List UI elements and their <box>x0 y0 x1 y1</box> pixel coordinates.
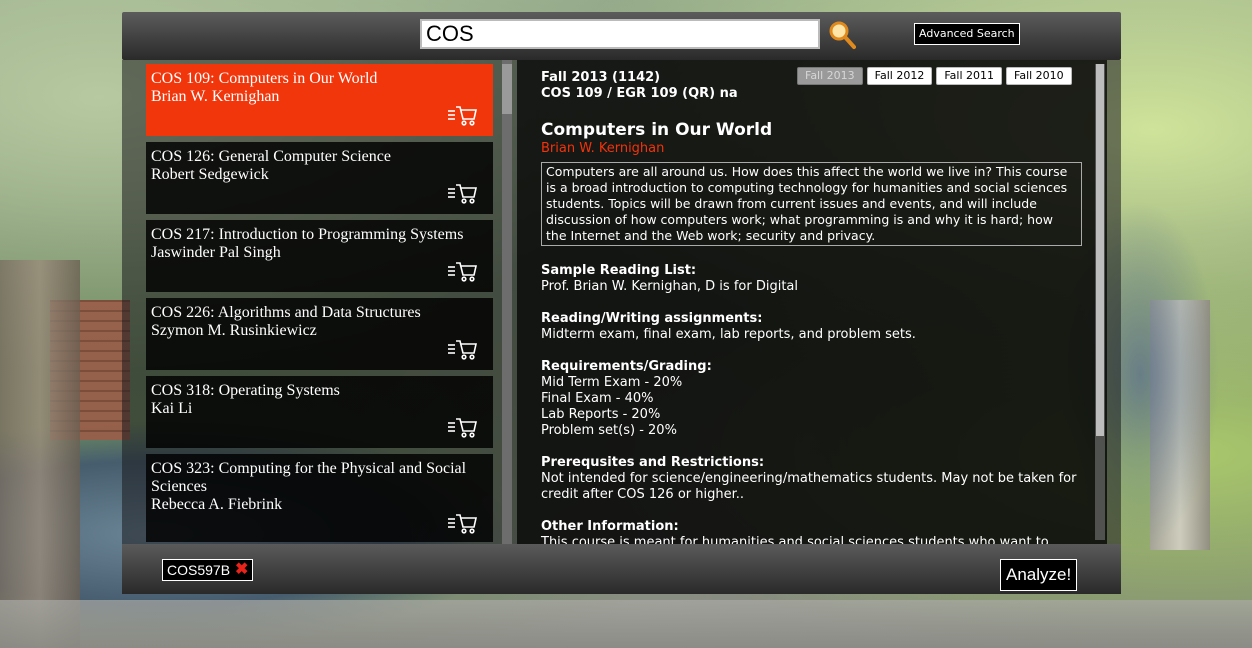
course-list[interactable]: COS 109: Computers in Our World Brian W.… <box>146 64 494 542</box>
course-instructor: Brian W. Kernighan <box>151 88 280 105</box>
course-detail-instructor: Brian W. Kernighan <box>541 141 665 156</box>
section-heading: Sample Reading List: <box>541 263 697 278</box>
course-item-cos318[interactable]: COS 318: Operating Systems Kai Li <box>146 376 493 448</box>
add-to-cart-icon[interactable] <box>447 260 477 282</box>
course-listing: COS 109 / EGR 109 (QR) na <box>541 86 738 101</box>
semester-tabs: Fall 2013 Fall 2012 Fall 2011 Fall 2010 <box>797 67 1072 85</box>
grading-item: Mid Term Exam - 20% <box>541 375 683 390</box>
term-header: Fall 2013 (1142) COS 109 / EGR 109 (QR) … <box>541 70 738 102</box>
assignments-section: Reading/Writing assignments: Midterm exa… <box>541 311 1096 343</box>
course-detail-panel: Fall 2013 (1142) COS 109 / EGR 109 (QR) … <box>517 60 1107 544</box>
advanced-search-button[interactable]: Advanced Search <box>914 23 1020 45</box>
course-item-cos323[interactable]: COS 323: Computing for the Physical and … <box>146 454 493 542</box>
detail-scrollbar-thumb[interactable] <box>1096 64 1104 436</box>
reading-list-section: Sample Reading List: Prof. Brian W. Kern… <box>541 263 1096 295</box>
course-title: COS 323: Computing for the Physical and … <box>151 460 467 495</box>
background-pavement <box>0 600 1252 648</box>
search-input[interactable] <box>420 19 820 49</box>
section-text: Midterm exam, final exam, lab reports, a… <box>541 327 916 342</box>
semester-tab-fall-2011[interactable]: Fall 2011 <box>936 67 1003 85</box>
course-list-scrollbar[interactable] <box>502 60 512 544</box>
section-text: This course is meant for humanities and … <box>541 535 1049 544</box>
bottom-bar: COS597B ✖ Analyze! <box>122 544 1121 594</box>
course-instructor: Jaswinder Pal Singh <box>151 244 281 261</box>
course-list-scrollbar-thumb[interactable] <box>502 64 512 114</box>
other-information-section: Other Information: This course is meant … <box>541 519 1096 544</box>
grading-item: Lab Reports - 20% <box>541 407 661 422</box>
background-tree-trunk <box>0 260 80 648</box>
add-to-cart-icon[interactable] <box>447 104 477 126</box>
top-bar: Advanced Search <box>122 12 1121 60</box>
course-description: Computers are all around us. How does th… <box>541 162 1082 246</box>
course-title: COS 217: Introduction to Programming Sys… <box>151 226 464 243</box>
add-to-cart-icon[interactable] <box>447 338 477 360</box>
section-text: Not intended for science/engineering/mat… <box>541 471 1077 502</box>
course-detail-title: Computers in Our World <box>541 120 773 140</box>
semester-tab-fall-2012[interactable]: Fall 2012 <box>866 67 933 85</box>
course-item-cos217[interactable]: COS 217: Introduction to Programming Sys… <box>146 220 493 292</box>
analyze-button[interactable]: Analyze! <box>1000 559 1078 591</box>
course-instructor: Robert Sedgewick <box>151 166 269 183</box>
semester-tab-fall-2013: Fall 2013 <box>797 67 863 85</box>
course-instructor: Kai Li <box>151 400 193 417</box>
selected-course-chip: COS597B ✖ <box>162 559 254 581</box>
course-title: COS 318: Operating Systems <box>151 382 340 399</box>
section-heading: Prerequsites and Restrictions: <box>541 455 765 470</box>
section-text: Prof. Brian W. Kernighan, D is for Digit… <box>541 279 798 294</box>
section-heading: Reading/Writing assignments: <box>541 311 763 326</box>
grading-item: Final Exam - 40% <box>541 391 654 406</box>
main-panel: COS 109: Computers in Our World Brian W.… <box>122 60 1121 544</box>
section-heading: Other Information: <box>541 519 679 534</box>
course-item-cos226[interactable]: COS 226: Algorithms and Data Structures … <box>146 298 493 370</box>
course-instructor: Szymon M. Rusinkiewicz <box>151 322 317 339</box>
add-to-cart-icon[interactable] <box>447 182 477 204</box>
search-icon[interactable] <box>828 20 856 50</box>
add-to-cart-icon[interactable] <box>447 416 477 438</box>
prerequisites-section: Prerequsites and Restrictions: Not inten… <box>541 455 1096 503</box>
semester-tab-fall-2010[interactable]: Fall 2010 <box>1006 67 1072 85</box>
grading-section: Requirements/Grading: Mid Term Exam - 20… <box>541 359 1096 439</box>
course-title: COS 109: Computers in Our World <box>151 70 378 87</box>
course-item-cos109[interactable]: COS 109: Computers in Our World Brian W.… <box>146 64 493 136</box>
section-heading: Requirements/Grading: <box>541 359 712 374</box>
remove-icon[interactable]: ✖ <box>235 560 248 580</box>
course-item-cos126[interactable]: COS 126: General Computer Science Robert… <box>146 142 493 214</box>
chip-label: COS597B <box>167 562 231 578</box>
grading-item: Problem set(s) - 20% <box>541 423 677 438</box>
course-instructor: Rebecca A. Fiebrink <box>151 496 283 513</box>
course-title: COS 126: General Computer Science <box>151 148 391 165</box>
course-title: COS 226: Algorithms and Data Structures <box>151 304 421 321</box>
term-label: Fall 2013 (1142) <box>541 70 661 85</box>
add-to-cart-icon[interactable] <box>447 512 477 534</box>
